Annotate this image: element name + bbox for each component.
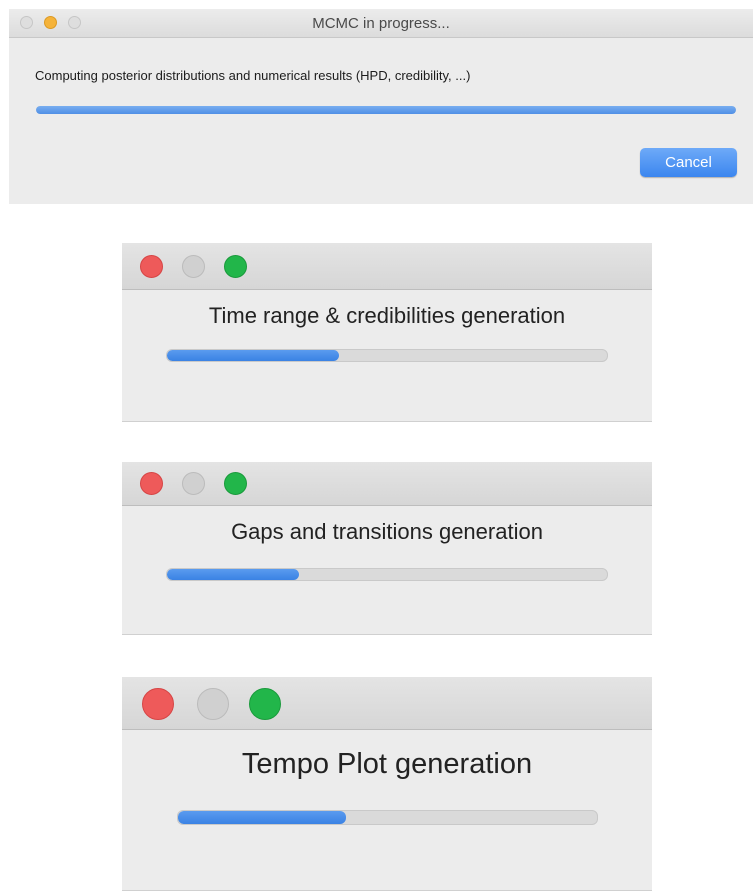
window-title: MCMC in progress...	[312, 15, 450, 32]
title-bar	[122, 462, 652, 506]
progress-bar	[166, 568, 608, 581]
minimize-window-icon[interactable]	[182, 255, 205, 278]
zoom-window-icon[interactable]	[249, 688, 281, 720]
progress-message: Computing posterior distributions and nu…	[35, 68, 471, 83]
tempo-plot-progress-window: Tempo Plot generation	[122, 677, 652, 891]
progress-heading: Gaps and transitions generation	[231, 519, 543, 544]
progress-fill	[167, 569, 299, 580]
progress-heading: Time range & credibilities generation	[208, 303, 566, 328]
close-window-icon[interactable]	[140, 472, 163, 495]
progress-bar	[166, 349, 608, 362]
zoom-window-icon[interactable]	[224, 472, 247, 495]
minimize-window-icon[interactable]	[182, 472, 205, 495]
time-range-progress-window: Time range & credibilities generation	[122, 243, 652, 422]
main-progress-bar	[36, 106, 736, 114]
zoom-window-icon[interactable]	[224, 255, 247, 278]
mcmc-progress-window: MCMC in progress... Computing posterior …	[9, 9, 753, 204]
title-bar: MCMC in progress...	[9, 9, 753, 38]
minimize-window-icon[interactable]	[197, 688, 229, 720]
title-bar	[122, 677, 652, 730]
progress-bar	[177, 810, 598, 825]
close-window-icon[interactable]	[140, 255, 163, 278]
progress-fill	[178, 811, 346, 824]
gaps-transitions-progress-window: Gaps and transitions generation	[122, 462, 652, 635]
cancel-button[interactable]: Cancel	[640, 148, 737, 177]
progress-fill	[167, 350, 339, 361]
title-bar	[122, 243, 652, 290]
progress-heading: Tempo Plot generation	[241, 748, 533, 780]
close-window-icon[interactable]	[142, 688, 174, 720]
main-progress-fill	[36, 106, 736, 114]
